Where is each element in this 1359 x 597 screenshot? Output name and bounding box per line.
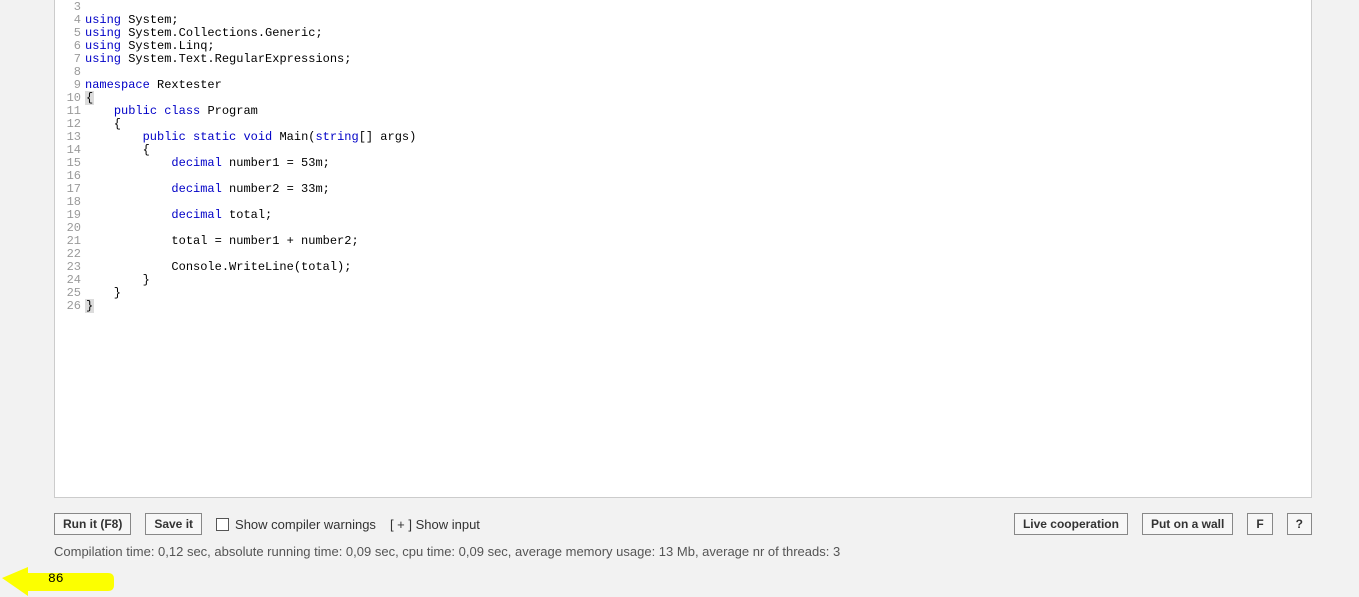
code-line[interactable]: decimal number2 = 33m; bbox=[85, 183, 1311, 196]
code-line[interactable]: Console.WriteLine(total); bbox=[85, 261, 1311, 274]
code-line[interactable]: } bbox=[85, 287, 1311, 300]
code-line[interactable] bbox=[85, 66, 1311, 79]
toolbar: Run it (F8) Save it Show compiler warnin… bbox=[54, 510, 1312, 538]
code-line[interactable]: public static void Main(string[] args) bbox=[85, 131, 1311, 144]
code-line[interactable]: using System.Text.RegularExpressions; bbox=[85, 53, 1311, 66]
code-line[interactable]: total = number1 + number2; bbox=[85, 235, 1311, 248]
code-editor[interactable]: 3456789101112131415161718192021222324252… bbox=[54, 0, 1312, 498]
code-area[interactable]: using System;using System.Collections.Ge… bbox=[85, 0, 1311, 497]
code-line[interactable]: decimal total; bbox=[85, 209, 1311, 222]
show-warnings-checkbox[interactable] bbox=[216, 518, 229, 531]
compilation-stats: Compilation time: 0,12 sec, absolute run… bbox=[54, 544, 840, 559]
code-line[interactable]: } bbox=[85, 300, 1311, 313]
live-cooperation-button[interactable]: Live cooperation bbox=[1014, 513, 1128, 535]
code-line[interactable]: public class Program bbox=[85, 105, 1311, 118]
save-button[interactable]: Save it bbox=[145, 513, 202, 535]
line-number-gutter: 3456789101112131415161718192021222324252… bbox=[55, 0, 81, 497]
show-warnings-label: Show compiler warnings bbox=[235, 517, 376, 532]
code-line[interactable]: { bbox=[85, 92, 1311, 105]
code-line[interactable]: } bbox=[85, 274, 1311, 287]
code-line[interactable]: using System.Collections.Generic; bbox=[85, 27, 1311, 40]
show-input-toggle[interactable]: [ + ] Show input bbox=[390, 517, 480, 532]
put-on-wall-button[interactable]: Put on a wall bbox=[1142, 513, 1233, 535]
code-line[interactable]: namespace Rextester bbox=[85, 79, 1311, 92]
code-line[interactable] bbox=[85, 1, 1311, 14]
code-line[interactable]: decimal number1 = 53m; bbox=[85, 157, 1311, 170]
output-highlight: 86 bbox=[0, 563, 115, 593]
line-number: 26 bbox=[55, 300, 81, 313]
run-button[interactable]: Run it (F8) bbox=[54, 513, 131, 535]
help-button[interactable]: ? bbox=[1287, 513, 1312, 535]
program-output: 86 bbox=[48, 571, 64, 586]
fullscreen-button[interactable]: F bbox=[1247, 513, 1272, 535]
